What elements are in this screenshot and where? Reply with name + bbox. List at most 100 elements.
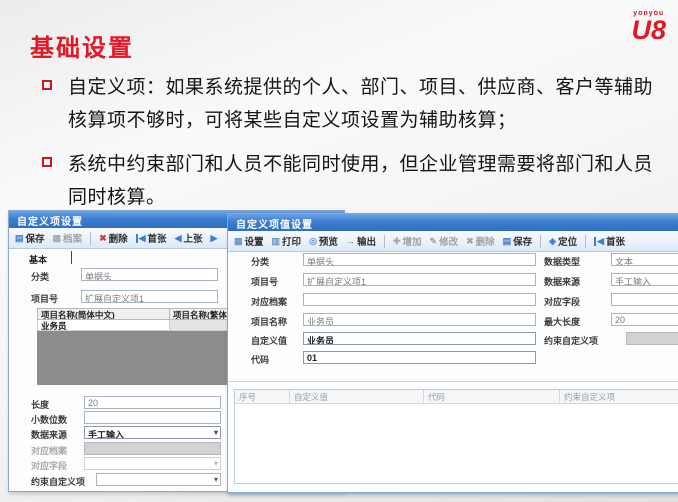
save-button[interactable]: ▤ 保存: [503, 234, 533, 248]
archive-button[interactable]: ▦ 档案: [53, 231, 83, 245]
print-button[interactable]: ▥ 打印: [272, 234, 302, 248]
tab-caret: [71, 251, 72, 264]
delete-button[interactable]: ✖ 删除: [466, 234, 495, 248]
previous-record-icon: ◀: [175, 234, 182, 243]
settings-icon: ▦: [234, 237, 243, 246]
toolbar-divider: [585, 235, 586, 248]
linked-archive-label: 对应档案: [251, 295, 287, 308]
category-label: 分类: [251, 255, 269, 268]
code-label: 代码: [251, 353, 269, 366]
bullet-text-2: 系统中约束部门和人员不能同时使用，但企业管理需要将部门和人员同时核算。: [68, 153, 653, 208]
preview-icon: ◎: [309, 237, 317, 246]
delete-icon: ✖: [99, 234, 107, 243]
category-field[interactable]: 单据头: [303, 253, 536, 266]
save-icon: ▤: [503, 237, 512, 246]
item-no-label: 项目号: [31, 292, 58, 305]
category-field[interactable]: 单据头: [81, 268, 218, 281]
custom-value-label: 自定义值: [251, 334, 287, 347]
linked-archive-label: 对应档案: [31, 444, 67, 457]
max-length-label: 最大长度: [544, 315, 580, 328]
data-source-label: 数据来源: [31, 428, 67, 441]
add-icon: ✚: [393, 237, 401, 246]
item-no-field[interactable]: 扩展自定义项1: [81, 290, 218, 303]
constraint-label: 约束自定义项: [31, 475, 85, 488]
decimals-field[interactable]: [84, 411, 221, 424]
previous-record-button[interactable]: ◀ 上张: [175, 231, 203, 245]
category-label: 分类: [31, 270, 49, 283]
print-icon: ▥: [272, 237, 281, 246]
tab-basic[interactable]: 基本: [29, 253, 47, 266]
modify-icon: ✎: [430, 237, 438, 246]
table-empty-body: [235, 404, 678, 485]
constraint-field: [626, 332, 678, 345]
custom-value-table: 序号 自定义值 代码 约束自定义项: [234, 389, 678, 484]
item-name-label: 项目名称: [251, 315, 287, 328]
data-source-select[interactable]: 手工输入▾: [84, 426, 221, 439]
custom-value-field[interactable]: 业务员: [303, 332, 536, 345]
column-header[interactable]: 代码: [424, 390, 560, 403]
settings-button[interactable]: ▦ 设置: [234, 234, 264, 248]
data-type-field[interactable]: 文本: [611, 253, 678, 266]
max-length-field[interactable]: 20: [611, 313, 678, 326]
window-titlebar[interactable]: 自定义项值设置: [228, 214, 678, 231]
bullet-item-2: 系统中约束部门和人员不能同时使用，但企业管理需要将部门和人员同时核算。: [40, 148, 658, 214]
archive-icon: ▦: [53, 234, 62, 243]
export-button[interactable]: → 输出: [346, 234, 376, 248]
item-no-label: 项目号: [251, 275, 278, 288]
column-header[interactable]: 项目名称(简体中文): [37, 308, 169, 320]
item-name-field[interactable]: 业务员: [303, 313, 536, 326]
constraint-select[interactable]: ▾: [96, 473, 221, 486]
item-no-field[interactable]: 扩展自定义项1: [303, 273, 536, 286]
preview-button[interactable]: ◎ 预览: [309, 234, 338, 248]
chevron-down-icon: ▾: [214, 475, 218, 484]
slide: 基础设置 yonyou U8 自定义项：如果系统提供的个人、部门、项目、供应商、…: [0, 0, 678, 502]
chevron-down-icon: ▾: [214, 428, 218, 437]
bullet-square-icon: [42, 157, 52, 167]
bullet-text-1: 自定义项：如果系统提供的个人、部门、项目、供应商、客户等辅助核算项不够时，可将某…: [68, 76, 653, 131]
constraint-label: 约束自定义项: [544, 334, 598, 347]
column-header[interactable]: 序号: [235, 390, 290, 403]
logo-product-text: U8: [631, 17, 666, 44]
code-field[interactable]: 01: [303, 351, 536, 364]
column-header[interactable]: 约束自定义项: [560, 390, 678, 403]
linked-archive-field: [84, 442, 221, 455]
bullet-square-icon: [42, 80, 52, 90]
linked-field-label: 对应字段: [544, 295, 580, 308]
data-source-field[interactable]: 手工输入: [611, 273, 678, 286]
next-record-icon: ▶: [211, 234, 218, 243]
table-header-row: 序号 自定义值 代码 约束自定义项: [235, 390, 678, 404]
first-record-button[interactable]: ◀ 首张: [136, 231, 167, 245]
linked-field-field[interactable]: [611, 293, 678, 306]
locate-button[interactable]: ◈ 定位: [549, 234, 577, 248]
locate-icon: ◈: [549, 237, 556, 246]
toolbar-divider: [540, 235, 541, 248]
linked-field-select: ▾: [84, 457, 221, 470]
first-record-button[interactable]: ◀ 首张: [594, 234, 625, 248]
page-title: 基础设置: [30, 28, 134, 63]
custom-item-value-settings-window: 自定义项值设置 ▦ 设置 ▥ 打印 ◎ 预览 → 输出 ✚ 增加: [227, 213, 678, 494]
form-table-divider: [228, 381, 678, 382]
delete-button[interactable]: ✖ 删除: [99, 231, 128, 245]
table-cell: 业务员: [37, 320, 169, 331]
save-icon: ▤: [15, 234, 24, 243]
toolbar-divider: [384, 235, 385, 248]
length-field[interactable]: 20: [84, 396, 221, 409]
linked-field-label: 对应字段: [31, 459, 67, 472]
add-button[interactable]: ✚ 增加: [393, 234, 422, 248]
next-record-button[interactable]: ▶: [211, 234, 218, 243]
export-icon: →: [346, 237, 355, 246]
column-header[interactable]: 自定义值: [290, 390, 424, 403]
chevron-down-icon: ▾: [214, 459, 218, 468]
decimals-label: 小数位数: [31, 413, 67, 426]
first-record-icon: ◀: [136, 234, 146, 243]
data-type-label: 数据类型: [544, 255, 580, 268]
toolbar-divider: [90, 232, 91, 245]
save-button[interactable]: ▤ 保存: [15, 231, 45, 245]
bullet-list: 自定义项：如果系统提供的个人、部门、项目、供应商、客户等辅助核算项不够时，可将某…: [40, 71, 658, 225]
bullet-item-1: 自定义项：如果系统提供的个人、部门、项目、供应商、客户等辅助核算项不够时，可将某…: [40, 71, 658, 137]
data-source-label: 数据来源: [544, 275, 580, 288]
length-label: 长度: [31, 398, 49, 411]
modify-button[interactable]: ✎ 修改: [430, 234, 459, 248]
yonyou-u8-logo: yonyou U8: [631, 10, 666, 44]
linked-archive-field[interactable]: [303, 293, 536, 306]
